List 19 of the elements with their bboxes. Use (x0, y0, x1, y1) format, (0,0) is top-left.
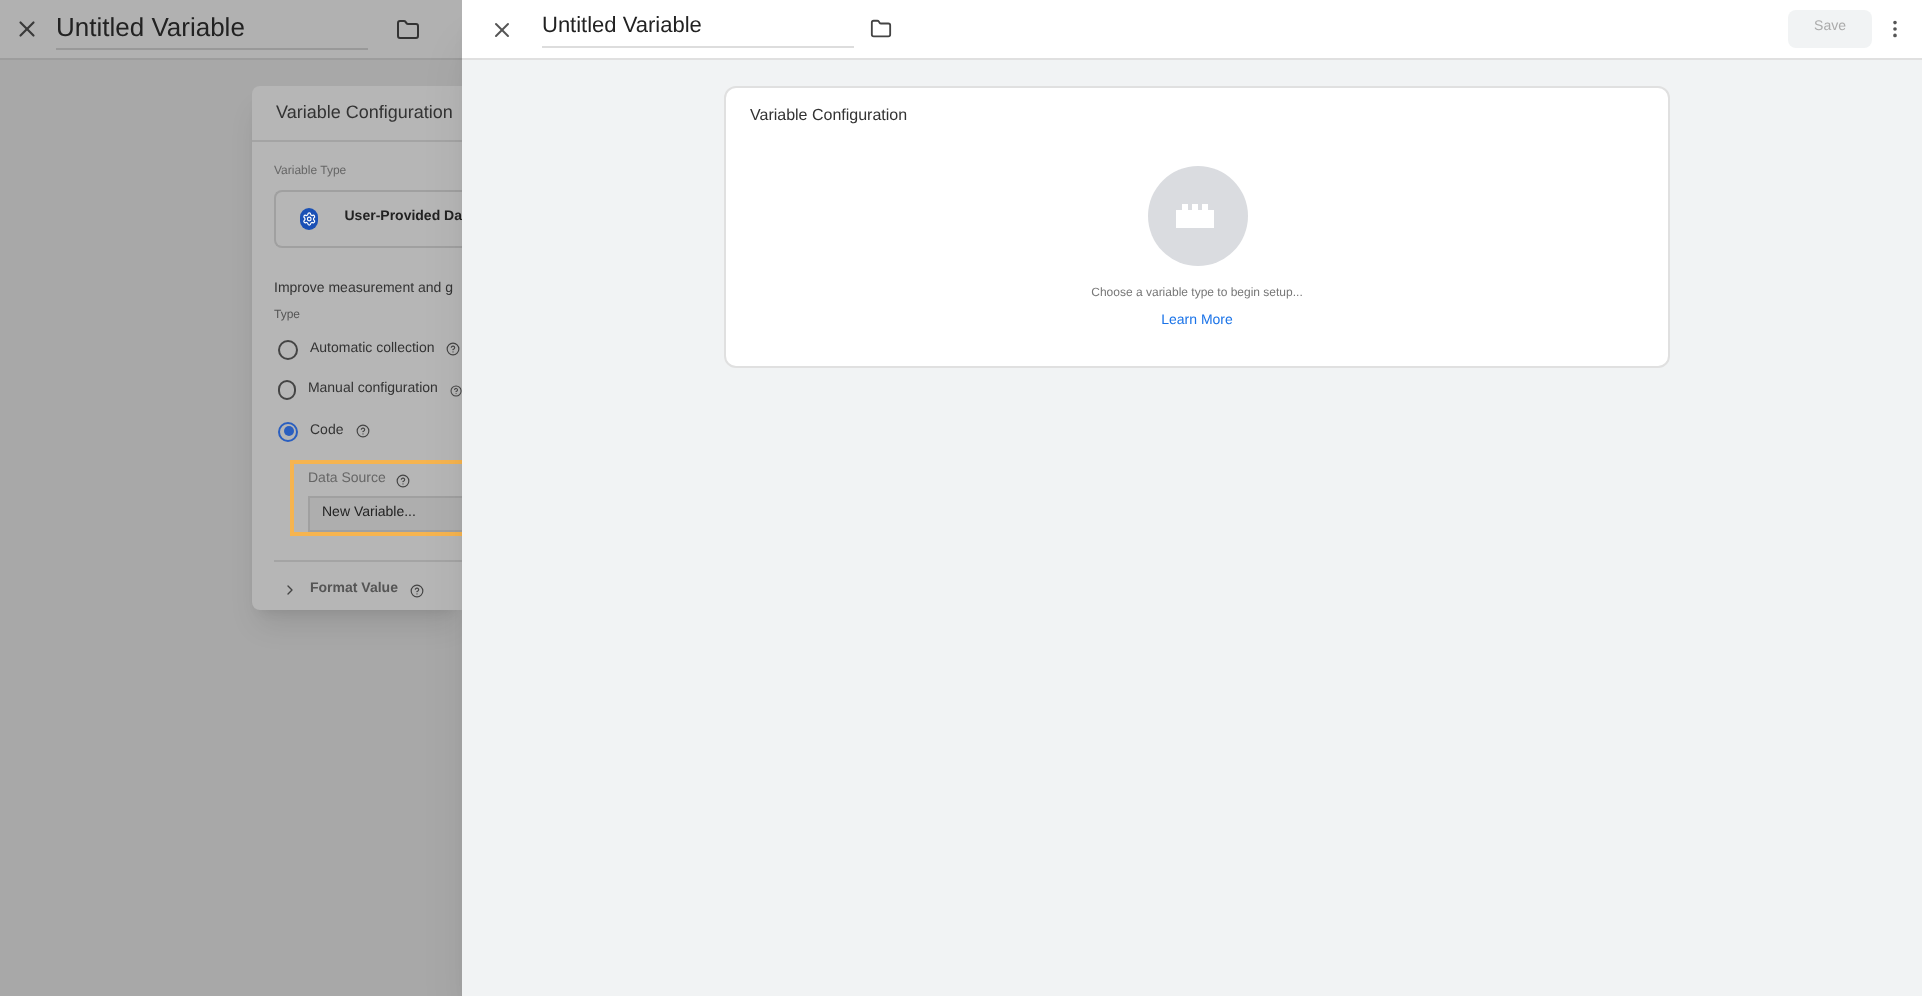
chevron-icon[interactable] (282, 582, 298, 599)
folder-icon[interactable] (870, 18, 892, 40)
help-icon[interactable] (449, 383, 462, 398)
radio-button[interactable] (278, 380, 296, 401)
help-icon[interactable] (355, 424, 370, 439)
block-icon (1176, 204, 1218, 228)
folder-icon[interactable] (396, 17, 420, 41)
radio-button[interactable] (278, 339, 298, 360)
title-field[interactable]: Untitled Variable (542, 10, 854, 48)
close-icon[interactable] (14, 16, 40, 42)
close-icon[interactable] (490, 17, 514, 41)
radio-button[interactable] (278, 421, 298, 442)
title-field[interactable]: Untitled Variable (56, 7, 368, 51)
card-title: Variable Configuration (750, 104, 908, 128)
help-icon[interactable] (395, 473, 410, 488)
help-icon[interactable] (409, 583, 424, 598)
help-icon[interactable] (446, 342, 461, 357)
gear-icon (300, 208, 319, 230)
card-title: Variable Configuration (276, 99, 453, 126)
